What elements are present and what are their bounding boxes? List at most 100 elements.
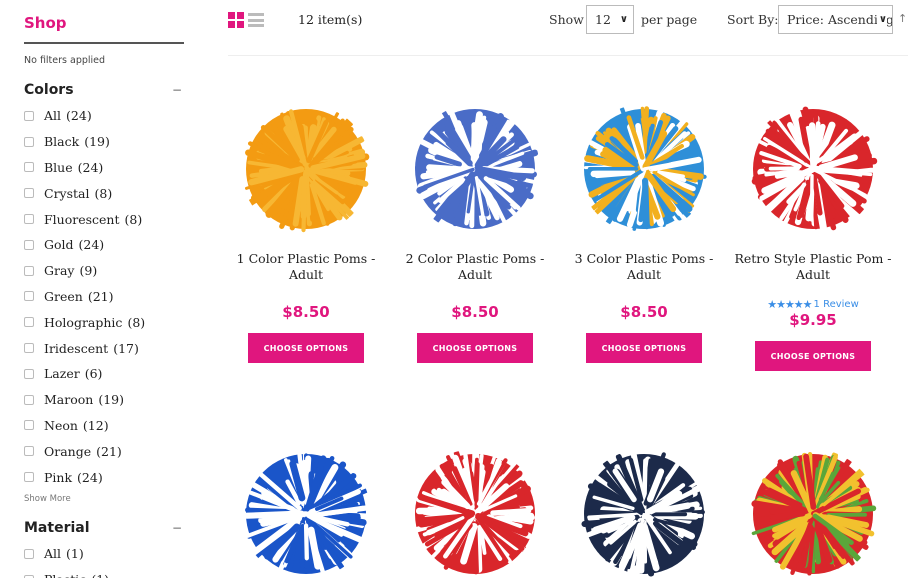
facet-heading-colors: Colors <box>24 82 74 98</box>
listing-toolbar: 12 item(s) Show 12 ∨ per page Sort By: P… <box>228 0 908 56</box>
filter-option[interactable]: Blue (24) <box>24 155 145 181</box>
checkbox[interactable] <box>24 136 34 147</box>
filter-option-count: (21) <box>96 443 122 459</box>
filter-option[interactable]: Green (21) <box>24 284 145 310</box>
checkbox[interactable] <box>24 446 34 457</box>
checkbox[interactable] <box>24 110 34 121</box>
choose-options-button[interactable]: CHOOSE OPTIONS <box>586 333 702 363</box>
product-card <box>226 449 386 578</box>
filter-option-count: (21) <box>87 288 114 304</box>
collapse-material-toggle[interactable]: − <box>172 521 182 535</box>
choose-options-button[interactable]: CHOOSE OPTIONS <box>417 333 533 363</box>
filter-option[interactable]: Gold (24) <box>24 232 145 258</box>
shop-title: Shop <box>24 14 67 32</box>
show-label: Show <box>549 12 584 27</box>
product-name[interactable]: 3 Color Plastic Poms - Adult <box>564 251 724 283</box>
filter-option-count: (24) <box>66 108 92 124</box>
filter-option-label: Iridescent <box>44 340 109 356</box>
filter-option-count: (19) <box>98 392 125 408</box>
pom-pom-image[interactable] <box>410 104 540 234</box>
filter-option[interactable]: All (1) <box>24 541 109 567</box>
product-card: 3 Color Plastic Poms - Adult $8.50 CHOOSE … <box>564 104 724 363</box>
filter-option[interactable]: Fluorescent (8) <box>24 206 145 232</box>
checkbox[interactable] <box>24 291 34 302</box>
checkbox[interactable] <box>24 343 34 354</box>
product-card: 2 Color Plastic Poms - Adult $8.50 CHOOSE … <box>395 104 555 363</box>
pom-pom-image[interactable] <box>748 104 878 234</box>
choose-options-button[interactable]: CHOOSE OPTIONS <box>248 333 364 363</box>
filter-option[interactable]: Plastic (1) <box>24 567 109 578</box>
filter-option-count: (1) <box>91 572 109 578</box>
choose-options-button[interactable]: CHOOSE OPTIONS <box>755 341 871 371</box>
shop-divider <box>24 42 184 44</box>
filter-option-count: (8) <box>124 211 143 227</box>
filter-option-label: Neon <box>44 417 78 433</box>
filter-option[interactable]: Iridescent (17) <box>24 335 145 361</box>
filter-option[interactable]: Maroon (19) <box>24 387 145 413</box>
checkbox[interactable] <box>24 188 34 199</box>
pom-pom-image[interactable] <box>579 104 709 234</box>
sort-label: Sort By: <box>727 12 779 27</box>
material-filter-list: All(1)Plastic(1) <box>24 541 109 578</box>
pom-pom-image[interactable] <box>241 449 371 578</box>
checkbox[interactable] <box>24 265 34 276</box>
filter-option-count: (24) <box>77 469 103 485</box>
filter-option-label: Lazer <box>44 366 80 382</box>
filter-option-label: All <box>44 546 62 562</box>
filter-option-label: Maroon <box>44 392 94 408</box>
checkbox[interactable] <box>24 472 34 483</box>
filter-option-label: Plastic <box>44 572 86 578</box>
checkbox[interactable] <box>24 368 34 379</box>
filter-sidebar: Shop No filters applied Colors − All (24)… <box>0 0 200 578</box>
grid-view-icon[interactable] <box>228 12 244 28</box>
filter-option[interactable]: Pink (24) <box>24 464 145 490</box>
pom-pom-image[interactable] <box>748 449 878 578</box>
filter-option[interactable]: Crystal (8) <box>24 180 145 206</box>
arrow-up-icon[interactable]: ↑ <box>898 12 907 25</box>
per-page-select[interactable]: 12 ∨ <box>586 5 634 34</box>
facet-heading-material: Material <box>24 520 90 536</box>
product-rating: ★★★★★ 1 Review <box>733 297 893 311</box>
collapse-colors-toggle[interactable]: − <box>172 83 182 97</box>
checkbox[interactable] <box>24 394 34 405</box>
checkbox[interactable] <box>24 214 34 225</box>
filter-option[interactable]: Neon (12) <box>24 413 145 439</box>
filter-option-label: All <box>44 108 62 124</box>
review-count-link[interactable]: 1 Review <box>814 299 859 310</box>
filter-option-count: (1) <box>66 546 84 562</box>
filter-option-label: Orange <box>44 443 92 459</box>
product-price: $9.95 <box>789 311 837 329</box>
product-name[interactable]: 2 Color Plastic Poms - Adult <box>395 251 555 283</box>
show-more-link[interactable]: Show More <box>24 494 71 504</box>
product-name[interactable]: 1 Color Plastic Poms - Adult <box>226 251 386 283</box>
filter-option[interactable]: Gray (9) <box>24 258 145 284</box>
filter-option[interactable]: Holographic (8) <box>24 309 145 335</box>
filter-option-label: Green <box>44 288 83 304</box>
filter-option[interactable]: Orange (21) <box>24 438 145 464</box>
filter-option[interactable]: All (24) <box>24 103 145 129</box>
list-view-icon[interactable] <box>248 12 264 28</box>
checkbox[interactable] <box>24 548 34 559</box>
sort-select[interactable]: Price: Ascending ∨ <box>778 5 893 34</box>
filter-option[interactable]: Black (19) <box>24 129 145 155</box>
pom-pom-image[interactable] <box>410 449 540 578</box>
filter-option[interactable]: Lazer (6) <box>24 361 145 387</box>
checkbox[interactable] <box>24 239 34 250</box>
checkbox[interactable] <box>24 162 34 173</box>
filter-option-label: Gold <box>44 237 74 253</box>
product-card: 1 Color Plastic Poms - Adult $8.50 CHOOSE … <box>226 104 386 363</box>
filter-option-count: (9) <box>79 263 98 279</box>
filter-option-count: (19) <box>84 134 110 150</box>
per-page-label: per page <box>641 12 698 27</box>
pom-pom-image[interactable] <box>579 449 709 578</box>
filter-option-count: (6) <box>84 366 103 382</box>
checkbox[interactable] <box>24 420 34 431</box>
per-page-value: 12 <box>595 12 611 27</box>
checkbox[interactable] <box>24 317 34 328</box>
filter-option-label: Blue <box>44 159 73 175</box>
pom-pom-image[interactable] <box>241 104 371 234</box>
filter-option-label: Black <box>44 134 80 150</box>
no-filters-text: No filters applied <box>24 55 106 66</box>
product-price: $8.50 <box>620 303 668 321</box>
product-name[interactable]: Retro Style Plastic Pom - Adult <box>733 251 893 283</box>
